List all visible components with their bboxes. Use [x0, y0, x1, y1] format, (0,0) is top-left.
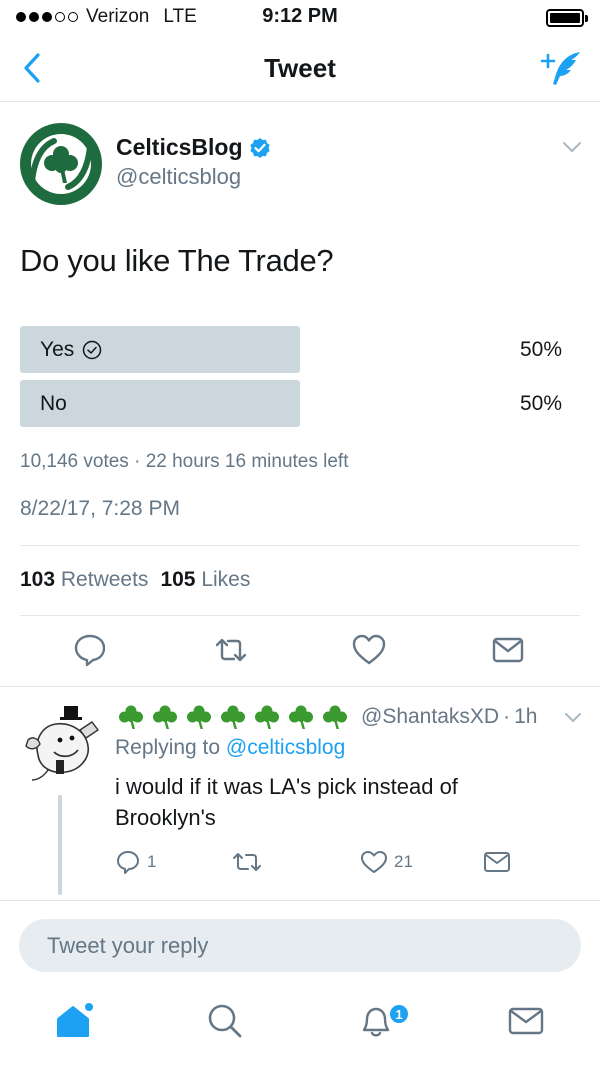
poll-votes: 10,146 votes [20, 451, 129, 472]
notification-badge: 1 [388, 1003, 410, 1025]
author-name[interactable]: CelticsBlog [116, 134, 271, 161]
replying-to: Replying to @celticsblog [115, 736, 345, 760]
heart-icon [361, 851, 387, 873]
poll-option-label: Yes [40, 338, 102, 362]
poll-option-text: No [40, 392, 67, 415]
reply-like-button[interactable]: 21 [360, 848, 413, 876]
poll-option-percent: 50% [519, 392, 562, 415]
shamrock-icon [153, 705, 177, 729]
avatar[interactable] [20, 123, 102, 205]
heart-icon[interactable] [352, 632, 386, 668]
poll-option-percent: 50% [519, 338, 562, 361]
retweets-stat[interactable]: 103 Retweets [20, 568, 148, 592]
author-handle[interactable]: @celticsblog [116, 164, 241, 190]
reply-time: 1h [514, 705, 538, 728]
reply-handle[interactable]: @ShantaksXD [361, 705, 499, 729]
thread-line [58, 795, 62, 895]
author-display-name: CelticsBlog [116, 134, 243, 160]
divider [20, 615, 580, 616]
poll-option-no[interactable]: No 50% [20, 380, 562, 427]
home-icon[interactable] [51, 998, 95, 1042]
reply-icon [117, 851, 139, 874]
retweet-icon[interactable] [214, 632, 248, 668]
shamrock-icon [323, 705, 347, 729]
nav-bar: Tweet [0, 36, 600, 102]
poll-option-yes[interactable]: Yes 50% [20, 326, 562, 373]
compose-tweet-icon[interactable] [540, 48, 584, 88]
shamrock-icon [289, 705, 313, 729]
reply-count: 1 [147, 852, 157, 871]
likes-stat[interactable]: 105 Likes [160, 568, 250, 592]
messages-icon[interactable] [504, 998, 548, 1042]
poll-meta: 10,146 votes · 22 hours 16 minutes left [20, 451, 349, 473]
chevron-down-icon[interactable] [564, 711, 582, 724]
poll-time-left: 22 hours 16 minutes left [145, 451, 349, 472]
tweet-timestamp: 8/22/17, 7:28 PM [20, 497, 180, 520]
shamrock-icon [187, 705, 211, 729]
reply-text: i would if it was LA's pick instead of B… [115, 774, 458, 830]
divider [0, 686, 600, 687]
tweet-text: Do you like The Trade? [20, 243, 334, 278]
poll-option-label: No [40, 392, 67, 416]
replying-to-link[interactable]: @celticsblog [226, 736, 345, 759]
search-icon[interactable] [202, 998, 246, 1042]
retweet-icon [233, 853, 261, 871]
direct-message-icon[interactable] [491, 632, 525, 668]
reply-display-name[interactable] [115, 704, 351, 730]
replying-prefix: Replying to [115, 736, 221, 759]
poll-option-text: Yes [40, 338, 75, 361]
shamrock-icon [221, 705, 245, 729]
verified-badge-icon [249, 137, 270, 158]
divider [0, 900, 600, 901]
divider [20, 545, 580, 546]
likes-label: Likes [201, 568, 251, 591]
shamrock-icon [119, 705, 143, 729]
status-time: 9:12 PM [262, 5, 338, 27]
reply-retweet-button[interactable] [232, 848, 262, 876]
tweet-actions [0, 632, 600, 672]
likes-count: 105 [160, 568, 196, 591]
retweets-count: 103 [20, 568, 56, 591]
status-bar: Verizon LTE 9:12 PM [0, 0, 600, 36]
tab-bar [0, 990, 600, 1067]
shamrock-icon [255, 705, 279, 729]
tweet-stats: 103 Retweets 105 Likes [20, 568, 250, 592]
battery-icon [546, 9, 588, 27]
page-title: Tweet [264, 53, 336, 83]
meta-separator: · [134, 451, 141, 472]
retweets-label: Retweets [60, 568, 149, 591]
direct-message-icon [484, 852, 510, 872]
like-count: 21 [394, 852, 413, 871]
check-circle-icon [83, 340, 102, 360]
reply-actions: 1 21 [0, 848, 600, 878]
reply-header: @ShantaksXD · 1h [115, 703, 537, 731]
reply-reply-button[interactable]: 1 [115, 848, 156, 876]
chevron-down-icon[interactable] [562, 140, 582, 154]
reply-avatar[interactable] [18, 700, 106, 788]
reply-dm-button[interactable] [483, 848, 511, 876]
reply-input[interactable] [19, 919, 581, 972]
meta-separator: · [503, 705, 511, 728]
reply-icon[interactable] [73, 632, 107, 668]
